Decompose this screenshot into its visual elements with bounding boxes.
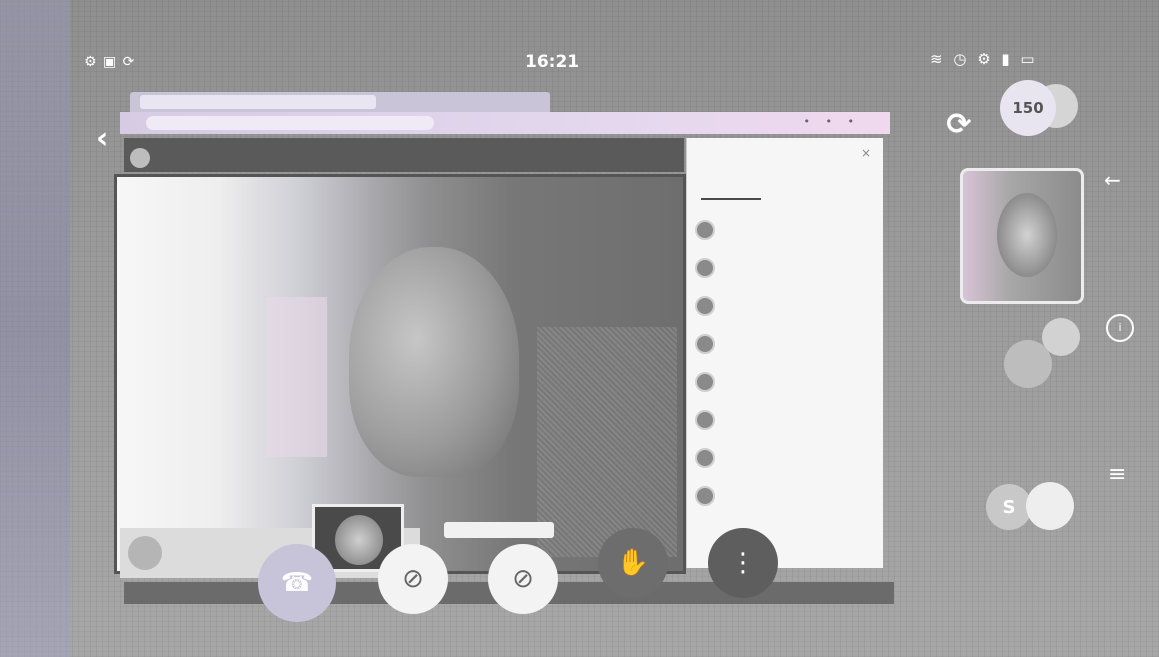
floating-bubble-s2[interactable] [1026,482,1074,530]
browser-menu-icon[interactable]: • • • [804,115,860,128]
floating-bubble-top[interactable]: 150 [1000,80,1056,136]
info-icon[interactable]: i [1106,314,1134,342]
status-time: 16:21 [525,52,580,72]
close-icon[interactable]: × [861,146,871,160]
more-options-button[interactable]: ⋮ [708,528,778,598]
participant-avatar [695,410,715,430]
status-bar: ⚙ ▣ ⟳ 16:21 ≋ ◷ ⚙ ▮ ▭ [0,40,1159,74]
participant-avatar [695,372,715,392]
status-left-icons: ⚙ ▣ ⟳ [84,54,136,70]
mic-off-icon: ⊘ [512,564,534,594]
participants-panel: × [686,138,883,568]
tab-underline [701,198,761,200]
participant-row[interactable] [695,328,875,358]
participant-row[interactable] [695,404,875,434]
camera-off-icon: ⊘ [402,564,424,594]
participant-row[interactable] [695,290,875,320]
end-call-button[interactable]: ☎ [258,544,336,622]
raise-hand-button[interactable]: ✋ [598,528,668,598]
pip-face [997,193,1057,277]
participant-row[interactable] [695,442,875,472]
participant-avatar [695,296,715,316]
participant-avatar [695,220,715,240]
participant-avatar [695,486,715,506]
self-avatar [128,536,162,570]
browser-toolbar: • • • [120,112,890,134]
participant-face [349,247,519,477]
video-background-shape [267,297,327,457]
participant-row[interactable] [695,214,875,244]
browser-tab-strip [130,92,550,112]
menu-icon[interactable]: ≡ [1108,462,1126,487]
picture-in-picture-video[interactable] [960,168,1084,304]
back-arrow-icon[interactable]: ‹ [96,124,126,154]
meeting-avatar [130,148,150,168]
address-bar[interactable] [146,116,434,130]
participant-avatar [695,258,715,278]
arrow-left-icon[interactable]: ← [1104,168,1121,192]
participant-row[interactable] [695,480,875,510]
browser-tab[interactable] [140,95,376,109]
hand-icon: ✋ [616,548,650,578]
floating-bubble-mid[interactable] [1004,340,1052,388]
participant-row[interactable] [695,366,875,396]
mic-toggle-button[interactable]: ⊘ [488,544,558,614]
participant-row[interactable] [695,252,875,282]
more-vert-icon: ⋮ [730,548,756,578]
video-noise [537,327,677,557]
participant-avatar [695,448,715,468]
left-edge-glare [0,0,70,657]
rotate-icon[interactable]: ⟳ [942,108,976,142]
share-indicator [444,522,554,538]
phone-icon: ☎ [280,568,314,598]
status-right-icons: ≋ ◷ ⚙ ▮ ▭ [930,50,1038,68]
meeting-header [124,138,684,172]
participant-avatar [695,334,715,354]
device-screen: ⚙ ▣ ⟳ 16:21 ≋ ◷ ⚙ ▮ ▭ • • • ‹ × ☎ ⊘ ⊘ ✋ … [0,0,1159,657]
thumbnail-face [335,515,383,565]
camera-toggle-button[interactable]: ⊘ [378,544,448,614]
